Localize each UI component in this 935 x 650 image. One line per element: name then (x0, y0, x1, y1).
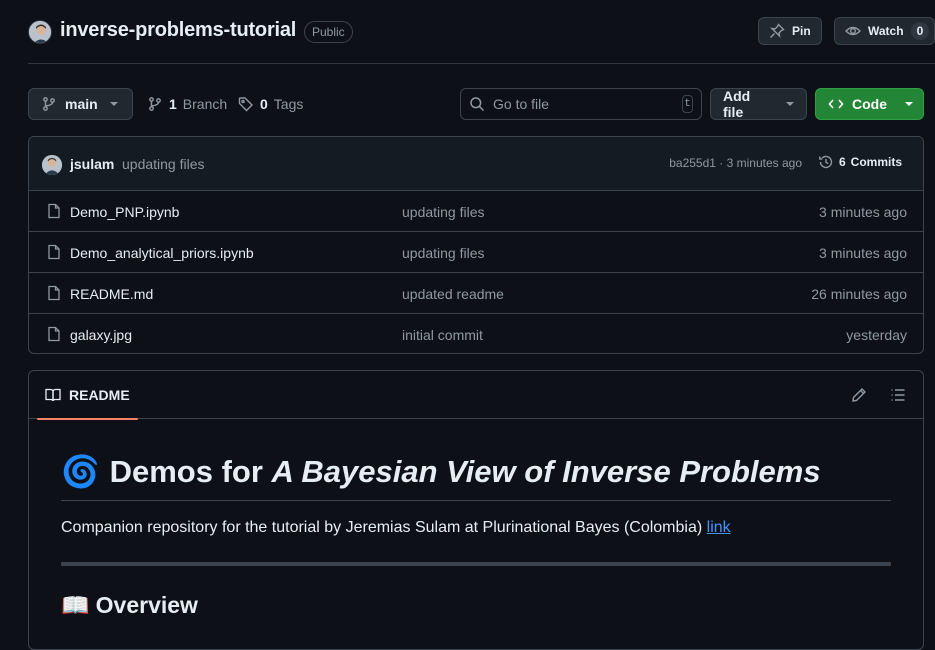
commit-author[interactable]: jsulam (70, 156, 114, 172)
file-updated-time: yesterday (846, 327, 907, 343)
tab-readme[interactable]: README (37, 371, 138, 420)
author-avatar[interactable] (42, 155, 62, 175)
file-name[interactable]: README.md (70, 286, 153, 302)
code-button[interactable]: Code (815, 88, 924, 120)
pin-label: Pin (792, 24, 811, 38)
overview-heading: 📖 Overview (61, 592, 891, 619)
file-name[interactable]: Demo_PNP.ipynb (70, 204, 179, 220)
readme-panel: README 🌀 Demos for A Bayesian View of In… (28, 370, 924, 650)
outline-list-icon[interactable] (890, 387, 906, 403)
pencil-icon[interactable] (851, 387, 867, 403)
file-commit-message[interactable]: initial commit (402, 327, 483, 343)
watch-count: 0 (910, 22, 930, 40)
file-name[interactable]: Demo_analytical_priors.ipynb (70, 245, 254, 261)
cyclone-emoji-icon: 🌀 (61, 454, 100, 489)
branches-label: Branch (182, 96, 228, 112)
file-browser: jsulam updating files ba255d1 · 3 minute… (28, 136, 924, 354)
readme-title-prefix: Demos for (109, 453, 263, 489)
chevron-down-icon (109, 102, 118, 106)
tag-icon (238, 96, 254, 112)
keyboard-shortcut-hint: t (682, 95, 693, 113)
add-file-label: Add file (723, 88, 751, 120)
commit-hash-time[interactable]: ba255d1 · 3 minutes ago (669, 156, 802, 170)
table-row[interactable]: Demo_PNP.ipynb updating files 3 minutes … (29, 191, 923, 232)
readme-tab-bar: README (29, 371, 923, 420)
file-commit-message[interactable]: updating files (402, 245, 485, 261)
readme-title: 🌀 Demos for A Bayesian View of Inverse P… (61, 453, 891, 501)
readme-tab-label: README (69, 387, 130, 403)
file-updated-time: 3 minutes ago (819, 245, 907, 261)
overview-heading-text: Overview (95, 592, 198, 618)
search-icon (469, 96, 485, 112)
eye-icon (845, 23, 861, 39)
branch-selector[interactable]: main (28, 88, 133, 120)
tags-label: Tags (273, 96, 304, 112)
commit-message[interactable]: updating files (122, 156, 205, 172)
readme-intro-text: Companion repository for the tutorial by… (61, 519, 703, 536)
chevron-down-icon (786, 102, 794, 106)
branch-icon (147, 96, 163, 112)
commits-count: 6 (838, 155, 846, 169)
branches-count: 1 (169, 96, 177, 112)
horizontal-rule (61, 562, 891, 566)
repo-header: inverse-problems-tutorial Public Pin Wat… (0, 0, 935, 64)
readme-title-italic: A Bayesian View of Inverse Problems (271, 453, 821, 489)
watch-label: Watch (868, 24, 904, 38)
tags-count: 0 (260, 96, 268, 112)
file-commit-message[interactable]: updated readme (402, 286, 504, 302)
table-row[interactable]: Demo_analytical_priors.ipynb updating fi… (29, 232, 923, 273)
search-input[interactable] (493, 96, 674, 112)
table-row[interactable]: README.md updated readme 26 minutes ago (29, 273, 923, 314)
go-to-file-search[interactable]: t (460, 88, 702, 120)
commits-history-link[interactable]: 6 Commits (818, 154, 902, 170)
open-book-emoji-icon: 📖 (61, 592, 90, 618)
latest-commit-bar: jsulam updating files ba255d1 · 3 minute… (29, 137, 923, 191)
branches-link[interactable]: 1 Branch (147, 88, 227, 120)
pin-icon (769, 23, 785, 39)
code-icon (828, 96, 844, 112)
file-commit-message[interactable]: updating files (402, 204, 485, 220)
history-icon (818, 154, 834, 170)
book-icon (45, 387, 61, 403)
watch-button[interactable]: Watch 0 (834, 17, 935, 45)
branch-icon (41, 96, 57, 112)
file-icon (46, 326, 62, 342)
commits-label: Commits (850, 155, 902, 169)
file-icon (46, 285, 62, 301)
visibility-badge: Public (304, 21, 353, 43)
repo-name[interactable]: inverse-problems-tutorial (60, 19, 296, 42)
file-icon (46, 244, 62, 260)
readme-intro-link[interactable]: link (707, 519, 731, 536)
code-label: Code (852, 96, 887, 112)
chevron-down-icon (905, 102, 913, 106)
add-file-button[interactable]: Add file (710, 88, 807, 120)
table-row[interactable]: galaxy.jpg initial commit yesterday (29, 314, 923, 353)
pin-button[interactable]: Pin (758, 17, 822, 45)
file-updated-time: 26 minutes ago (811, 286, 907, 302)
file-updated-time: 3 minutes ago (819, 204, 907, 220)
tags-link[interactable]: 0 Tags (238, 88, 303, 120)
readme-intro: Companion repository for the tutorial by… (61, 519, 891, 537)
branch-name: main (65, 96, 98, 112)
owner-avatar[interactable] (28, 20, 52, 44)
readme-content: 🌀 Demos for A Bayesian View of Inverse P… (61, 453, 891, 619)
file-icon (46, 203, 62, 219)
file-name[interactable]: galaxy.jpg (70, 327, 132, 343)
